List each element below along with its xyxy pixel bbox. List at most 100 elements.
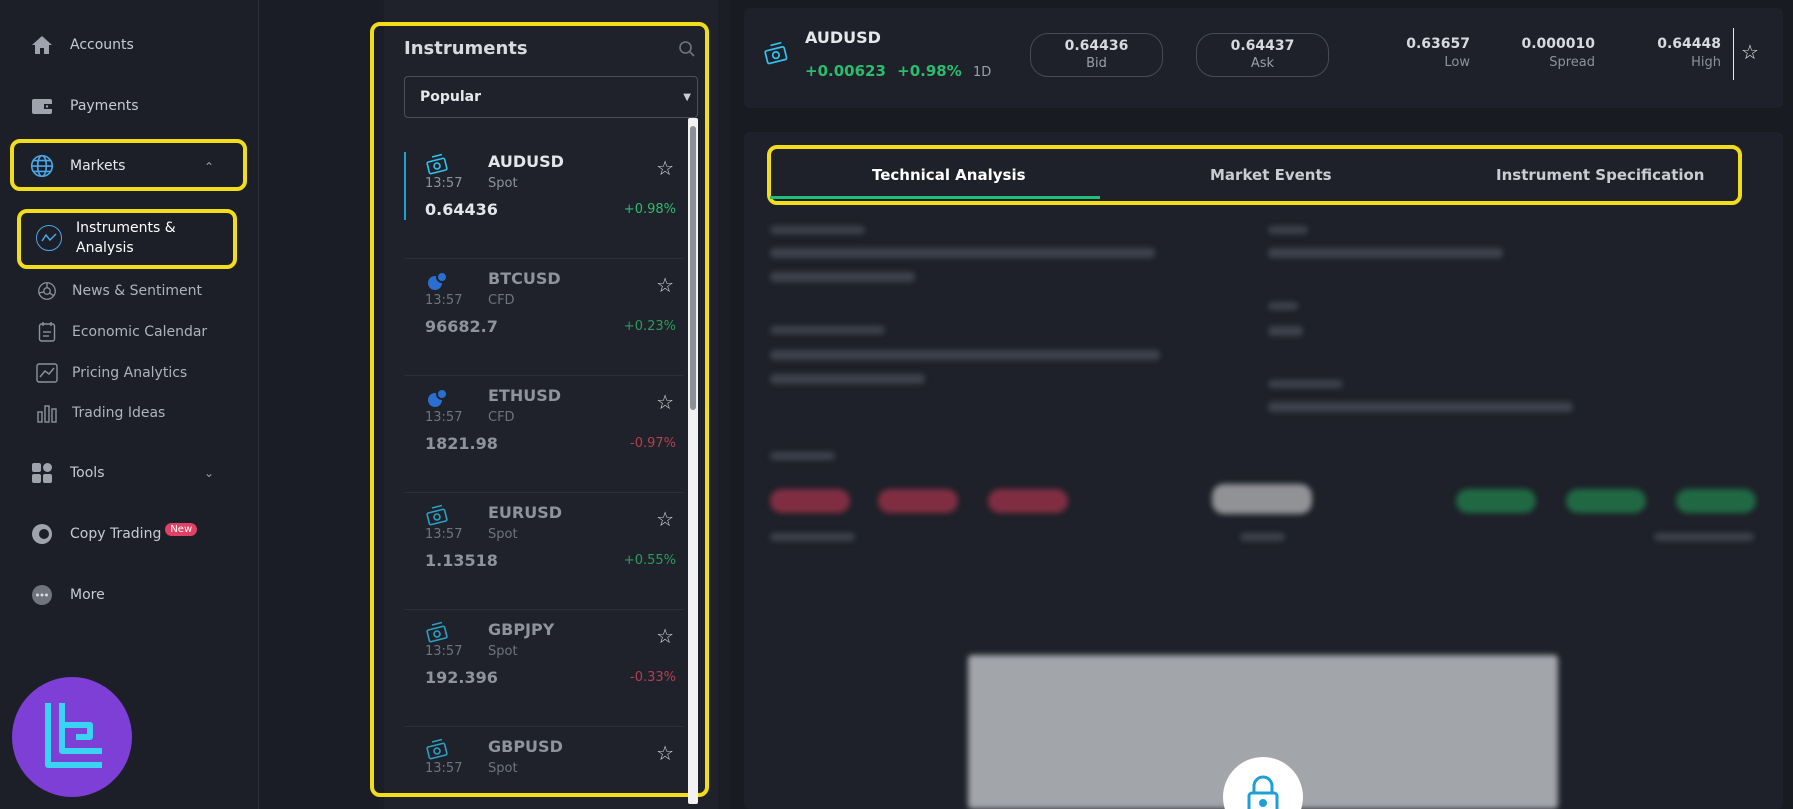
- quote-time: 13:57: [425, 527, 463, 542]
- instrument-change: -0.97%: [630, 436, 676, 451]
- instrument-symbol: ETHUSD: [488, 386, 562, 405]
- favorite-star-icon[interactable]: ☆: [656, 741, 674, 765]
- sidebar-item-markets[interactable]: Markets: [28, 151, 125, 181]
- sidebar-item-pricing-analytics[interactable]: Pricing Analytics: [36, 362, 187, 384]
- instrument-price: 1.13518: [425, 551, 498, 570]
- instrument-type: Spot: [488, 644, 518, 659]
- quote-change-abs: +0.00623: [805, 62, 886, 80]
- instrument-row-eurusd[interactable]: 13:57 EURUSD Spot 1.13518 +0.55% ☆: [404, 493, 684, 610]
- instrument-price: 192.396: [425, 668, 498, 687]
- active-tab-underline: [770, 196, 1100, 199]
- quote-time: 13:57: [425, 644, 463, 659]
- instrument-filter-select[interactable]: Popular ▼: [404, 76, 698, 118]
- sidebar-item-more[interactable]: More: [28, 580, 105, 610]
- copy-trading-label: Copy Trading: [70, 526, 162, 542]
- sidebar-item-tools[interactable]: Tools: [28, 458, 105, 488]
- quote-divider: [1733, 28, 1734, 80]
- line-chart-icon: [36, 362, 58, 384]
- instrument-change: -0.33%: [630, 670, 676, 685]
- caret-down-icon: ▼: [683, 92, 691, 103]
- active-row-indicator: [404, 152, 406, 220]
- sidebar-item-label: News & Sentiment: [72, 283, 203, 299]
- bar-chart-icon: [36, 402, 58, 424]
- low-value: 0.63657: [1406, 36, 1470, 52]
- tools-grid-icon: [28, 459, 56, 487]
- sidebar-item-economic-calendar[interactable]: Economic Calendar: [36, 321, 207, 343]
- quote-time: 13:57: [425, 761, 463, 776]
- sidebar-item-label: More: [70, 587, 105, 603]
- favorite-star-icon[interactable]: ☆: [656, 273, 674, 297]
- instrument-type: Spot: [488, 761, 518, 776]
- globe-icon: [28, 152, 56, 180]
- search-icon[interactable]: [678, 40, 696, 62]
- sidebar-item-copy-trading[interactable]: Copy Trading New: [28, 519, 198, 549]
- instruments-title: Instruments: [404, 38, 528, 59]
- quote-symbol: AUDUSD: [805, 28, 881, 47]
- instrument-type: Spot: [488, 176, 518, 191]
- aperture-icon: [36, 280, 58, 302]
- favorite-star-icon[interactable]: ☆: [656, 507, 674, 531]
- bid-label: Bid: [1086, 56, 1107, 71]
- high-value: 0.64448: [1657, 36, 1721, 52]
- sidebar-item-label: Economic Calendar: [72, 324, 208, 340]
- quote-timeframe[interactable]: 1D: [973, 65, 991, 80]
- instrument-type: CFD: [488, 410, 515, 425]
- instruments-scrollbar[interactable]: [688, 118, 698, 804]
- scrollbar-thumb[interactable]: [690, 126, 696, 410]
- ask-value: 0.64437: [1230, 38, 1295, 54]
- sidebar-item-instruments-analysis[interactable]: Instruments & Analysis: [36, 218, 196, 258]
- sidebar-item-news-sentiment[interactable]: News & Sentiment: [36, 280, 202, 302]
- analysis-icon: [36, 225, 62, 251]
- calendar-icon: [36, 321, 58, 343]
- instrument-symbol: GBPUSD: [488, 737, 563, 756]
- copy-trading-icon: [28, 520, 56, 548]
- spread-value: 0.000010: [1521, 36, 1595, 52]
- high-stat: 0.64448 High: [1657, 36, 1721, 70]
- more-dots-icon: [28, 581, 56, 609]
- high-label: High: [1691, 55, 1721, 70]
- sidebar-item-label: Instruments & Analysis: [76, 220, 176, 256]
- instrument-change: +0.98%: [623, 202, 676, 217]
- instrument-symbol: EURUSD: [488, 503, 563, 522]
- sidebar-item-label: Tools: [70, 465, 105, 481]
- bid-button[interactable]: 0.64436 Bid: [1030, 33, 1163, 77]
- spread-stat: 0.000010 Spread: [1521, 36, 1595, 70]
- tab-market-events[interactable]: Market Events: [1210, 166, 1332, 184]
- chevron-up-icon[interactable]: ⌃: [204, 160, 214, 174]
- instrument-symbol: AUDUSD: [488, 152, 564, 171]
- sidebar-item-payments[interactable]: Payments: [28, 91, 139, 121]
- wallet-icon: [28, 92, 56, 120]
- ask-button[interactable]: 0.64437 Ask: [1196, 33, 1329, 77]
- bid-value: 0.64436: [1064, 38, 1129, 54]
- instrument-row-gbpusd[interactable]: 13:57 GBPUSD Spot ☆: [404, 727, 684, 797]
- instrument-row-ethusd[interactable]: 13:57 ETHUSD CFD 1821.98 -0.97% ☆: [404, 376, 684, 493]
- content-gap: [260, 0, 380, 809]
- quote-change-pct: +0.98%: [897, 62, 962, 80]
- instrument-change: +0.23%: [623, 319, 676, 334]
- sidebar-item-trading-ideas[interactable]: Trading Ideas: [36, 402, 165, 424]
- instrument-row-btcusd[interactable]: 13:57 BTCUSD CFD 96682.7 +0.23% ☆: [404, 259, 684, 376]
- instrument-change: +0.55%: [623, 553, 676, 568]
- sidebar-item-label: Markets: [70, 158, 126, 174]
- sidebar-item-label: Accounts: [70, 37, 134, 53]
- quote-time: 13:57: [425, 410, 463, 425]
- instrument-filter-value: Popular: [420, 89, 482, 105]
- favorite-star-icon[interactable]: ☆: [656, 624, 674, 648]
- favorite-star-icon[interactable]: ☆: [656, 390, 674, 414]
- chevron-down-icon[interactable]: ⌄: [204, 466, 214, 480]
- instrument-type: Spot: [488, 527, 518, 542]
- new-badge: New: [165, 523, 198, 536]
- currency-icon: [764, 40, 790, 70]
- sidebar-item-label: Trading Ideas: [72, 405, 166, 421]
- favorite-star-icon[interactable]: ☆: [656, 156, 674, 180]
- favorite-star-icon[interactable]: ☆: [1741, 40, 1759, 64]
- tab-technical-analysis[interactable]: Technical Analysis: [872, 166, 1026, 184]
- instrument-price: 1821.98: [425, 434, 498, 453]
- sidebar-item-accounts[interactable]: Accounts: [28, 30, 134, 60]
- instrument-row-gbpjpy[interactable]: 13:57 GBPJPY Spot 192.396 -0.33% ☆: [404, 610, 684, 727]
- quote-time: 13:57: [425, 176, 463, 191]
- instrument-row-audusd[interactable]: 13:57 AUDUSD Spot 0.64436 +0.98% ☆: [404, 142, 684, 259]
- quote-time: 13:57: [425, 293, 463, 308]
- instrument-price: 96682.7: [425, 317, 498, 336]
- tab-instrument-specification[interactable]: Instrument Specification: [1496, 166, 1704, 184]
